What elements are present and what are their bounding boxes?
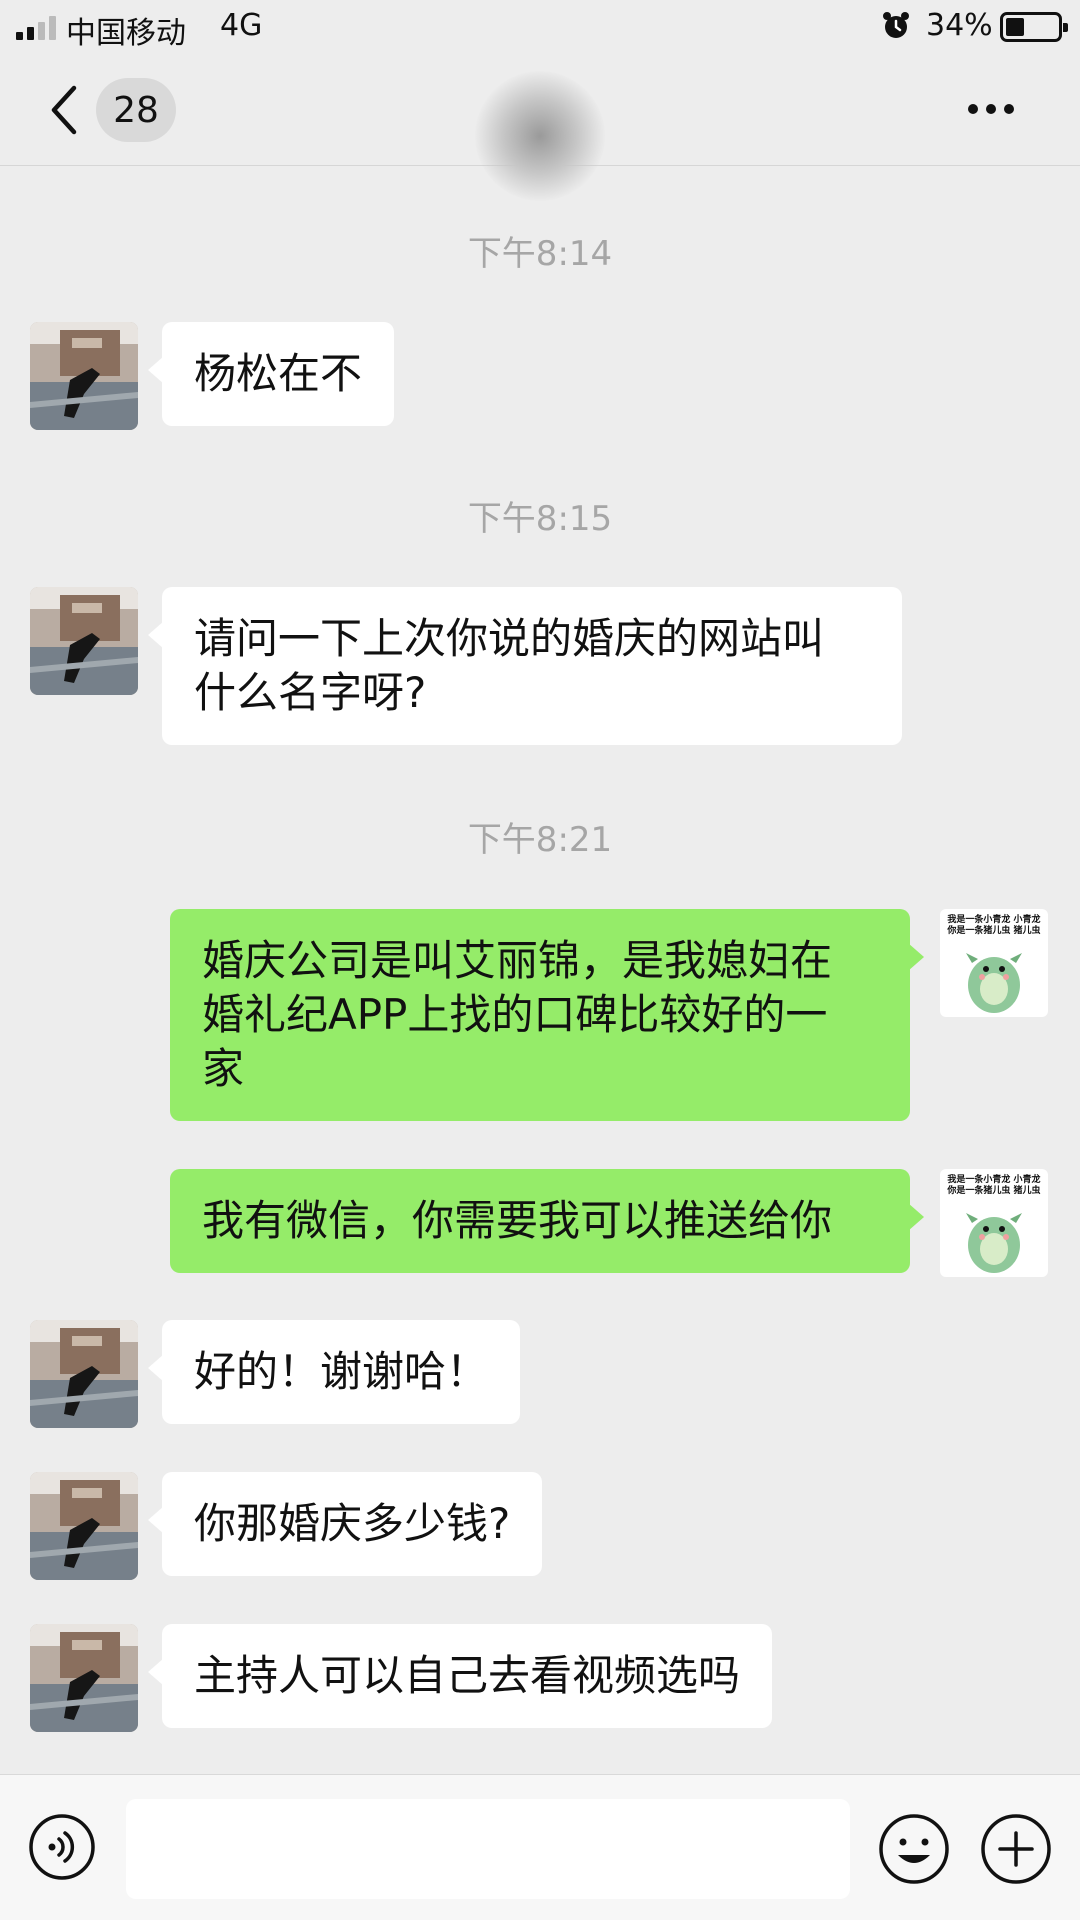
message-bubble-incoming[interactable]: 主持人可以自己去看视频选吗 [147,1624,773,1728]
contact-avatar[interactable] [30,1320,138,1428]
contact-avatar[interactable] [30,587,138,695]
contact-avatar[interactable] [30,1472,138,1580]
alarm-clock-icon [883,12,909,38]
timestamp: 下午8:15 [467,499,613,539]
message-bubble-incoming[interactable]: 好的！谢谢哈！ [147,1320,521,1424]
message-line: 杨松在不 [194,349,363,398]
message-line: 你那婚庆多少钱? [194,1499,511,1548]
plus-icon[interactable] [980,1813,1052,1885]
message-input[interactable] [126,1799,850,1899]
avatar-caption: 你是一条猪儿虫 猪儿虫 [947,1186,1041,1196]
signal-icon [16,14,56,40]
back-chevron-icon[interactable] [44,84,88,136]
chat-title-blurred [440,71,640,201]
message-bubble-incoming[interactable]: 请问一下上次你说的婚庆的网站叫 什么名字呀? [148,587,902,745]
avatar-caption: 我是一条小青龙 小青龙 [947,915,1041,925]
message-line: 好的！谢谢哈！ [194,1347,489,1396]
message-bubble-outgoing[interactable]: 婚庆公司是叫艾丽锦，是我媳妇在 婚礼纪APP上找的口碑比较好的一 家 [170,909,924,1121]
status-bar: 中国移动 4G 34% [0,0,1080,54]
message-bubble-incoming[interactable]: 你那婚庆多少钱? [147,1472,543,1576]
message-bubble-outgoing[interactable]: 我有微信，你需要我可以推送给你 [170,1169,924,1273]
emoji-icon[interactable] [878,1813,950,1885]
more-dots-icon[interactable] [968,94,1024,124]
avatar-caption: 你是一条猪儿虫 猪儿虫 [947,926,1041,936]
message-line: 什么名字呀? [194,668,427,717]
message-bubble-incoming[interactable]: 杨松在不 [147,322,395,426]
carrier-name: 中国移动 [66,16,186,51]
battery-icon [1000,12,1068,42]
timestamp: 下午8:21 [467,820,613,860]
message-line: 请问一下上次你说的婚庆的网站叫 [194,614,825,663]
unread-count-badge[interactable]: 28 [96,78,176,142]
my-avatar[interactable]: 我是一条小青龙 小青龙 你是一条猪儿虫 猪儿虫 [940,1169,1048,1277]
timestamp: 下午8:14 [467,234,613,274]
voice-icon[interactable] [28,1813,96,1881]
contact-avatar[interactable] [30,1624,138,1732]
nav-bar: 28 [0,54,1080,201]
message-line: 婚礼纪APP上找的口碑比较好的一 [202,990,828,1039]
network-type: 4G [220,8,263,43]
dragon-sticker-icon [966,1213,1022,1273]
battery-percent: 34% [926,8,993,43]
message-line: 我有微信，你需要我可以推送给你 [202,1196,833,1245]
my-avatar[interactable]: 我是一条小青龙 小青龙 你是一条猪儿虫 猪儿虫 [940,909,1048,1017]
dragon-sticker-icon [966,953,1022,1013]
input-bar [0,1774,1080,1920]
contact-avatar[interactable] [30,322,138,430]
avatar-caption: 我是一条小青龙 小青龙 [947,1175,1041,1185]
message-line: 婚庆公司是叫艾丽锦，是我媳妇在 [202,936,833,985]
message-line: 主持人可以自己去看视频选吗 [194,1651,741,1700]
message-line: 家 [202,1044,245,1093]
